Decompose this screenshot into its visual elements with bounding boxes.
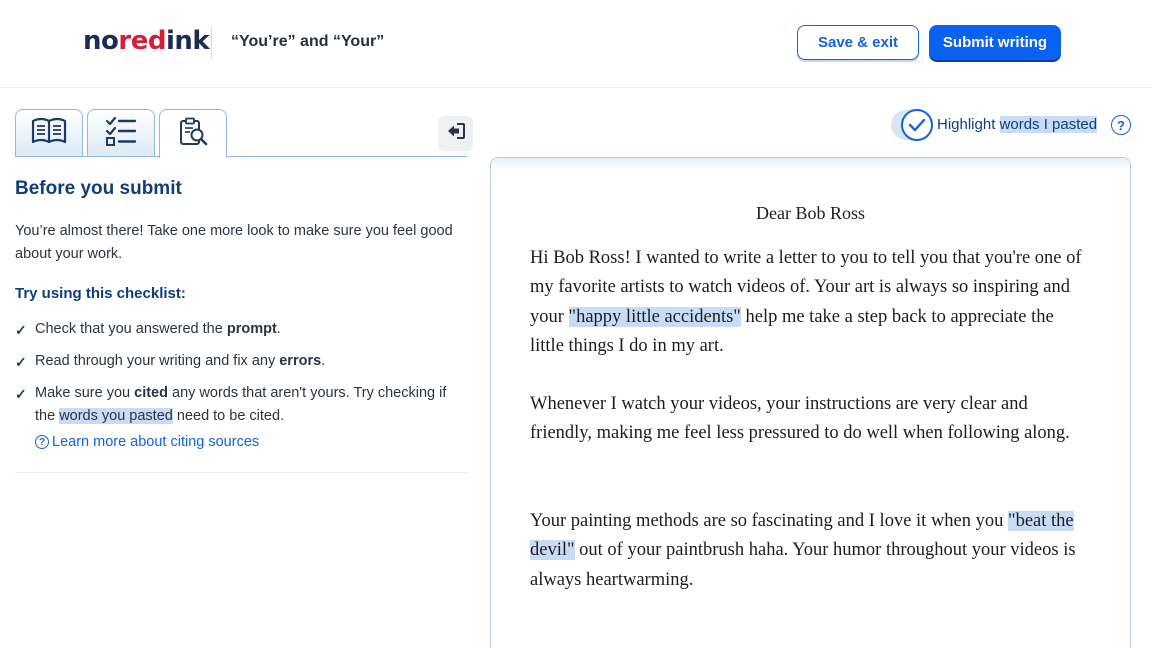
- tab-review[interactable]: [159, 109, 227, 158]
- essay-paragraph: Hi Bob Ross! I wanted to write a letter …: [530, 248, 1082, 356]
- collapse-panel-icon: [446, 122, 466, 145]
- essay-paragraph: Whenever I watch your videos, your instr…: [530, 394, 1070, 444]
- assignment-title: “You’re” and “Your”: [231, 33, 385, 50]
- help-icon: ?: [35, 435, 49, 449]
- clipboard-search-icon: [177, 116, 209, 153]
- toggle-label-highlight: words I pasted: [999, 116, 1098, 133]
- highlight-pasted-toggle[interactable]: [891, 109, 933, 141]
- checkmark-icon: ✓: [15, 354, 27, 370]
- checklist-item: ✓ Make sure you cited any words that aren…: [15, 385, 447, 424]
- panel-divider: [15, 472, 467, 473]
- checklist-icon: [105, 116, 137, 151]
- noredink-logo[interactable]: noredink: [83, 26, 210, 56]
- tabs-underline: [15, 156, 467, 157]
- logo-part-red: red: [118, 26, 166, 56]
- collapse-panel-button[interactable]: [438, 116, 473, 151]
- checkmark-icon: ✓: [15, 322, 27, 338]
- header-divider: [211, 27, 212, 59]
- checklist-heading: Try using this checklist:: [15, 285, 186, 302]
- tab-guide[interactable]: [15, 109, 83, 157]
- logo-part-no: no: [83, 26, 119, 56]
- writing-editor[interactable]: Dear Bob Ross Hi Bob Ross! I wanted to w…: [490, 157, 1131, 648]
- logo-part-ink: ink: [165, 26, 210, 56]
- submit-writing-button[interactable]: Submit writing: [929, 25, 1061, 60]
- essay-title: Dear Bob Ross: [756, 203, 865, 223]
- essay-paragraph: Your painting methods are so fascinating…: [530, 511, 1076, 590]
- toggle-checkmark-icon: [901, 109, 933, 141]
- panel-heading: Before you submit: [15, 178, 182, 199]
- pasted-words-highlight: words you pasted: [59, 408, 173, 424]
- save-exit-button[interactable]: Save & exit: [797, 25, 919, 60]
- learn-more-citing-link[interactable]: ? Learn more about citing sources: [35, 434, 259, 450]
- highlight-toggle-label[interactable]: Highlight words I pasted: [937, 116, 1098, 133]
- checklist-item: ✓ Check that you answered the prompt.: [15, 318, 470, 341]
- help-icon[interactable]: ?: [1111, 115, 1131, 135]
- checkmark-icon: ✓: [15, 386, 27, 402]
- top-header: noredink “You’re” and “Your” Save & exit…: [0, 0, 1152, 88]
- book-icon: [30, 116, 68, 151]
- learn-more-label: Learn more about citing sources: [52, 434, 260, 450]
- panel-intro: You’re almost there! Take one more look …: [15, 223, 453, 262]
- tab-checklist[interactable]: [87, 109, 155, 157]
- checklist-item: ✓ Read through your writing and fix any e…: [15, 350, 470, 373]
- pasted-text-highlight: "happy little accidents": [568, 306, 741, 327]
